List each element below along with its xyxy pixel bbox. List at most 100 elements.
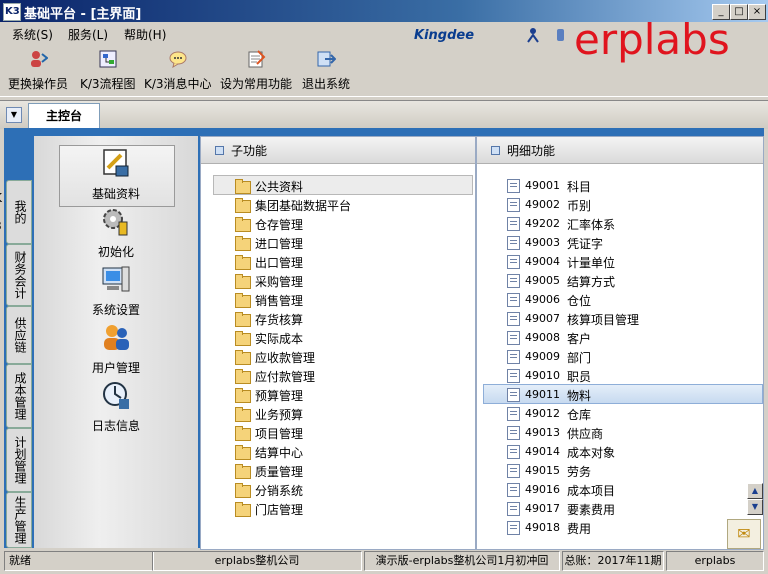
menu-help[interactable]: 帮助(H): [124, 26, 166, 43]
sub-function-item[interactable]: 应收款管理: [201, 348, 471, 366]
sub-function-item[interactable]: 仓存管理: [201, 215, 471, 233]
vtab-production-management[interactable]: 生产管理: [6, 492, 32, 548]
sub-function-item[interactable]: 项目管理: [201, 424, 471, 442]
detail-function-item[interactable]: 49011 物料: [477, 386, 745, 404]
nav-basic-data[interactable]: 基础资料: [58, 148, 174, 208]
document-icon: [507, 350, 520, 364]
detail-code: 49001: [525, 179, 560, 192]
nav-user-management[interactable]: 用户管理: [58, 322, 174, 382]
sub-function-label: 结算中心: [255, 446, 304, 460]
detail-name: 成本对象: [567, 446, 616, 460]
detail-function-item[interactable]: 49202 汇率体系: [477, 215, 745, 233]
sub-function-item[interactable]: 门店管理: [201, 500, 471, 518]
detail-name: 凭证字: [567, 237, 604, 251]
detail-code: 49013: [525, 426, 560, 439]
network-status-icon[interactable]: [527, 27, 567, 43]
detail-function-item[interactable]: 49008 客户: [477, 329, 745, 347]
menu-service[interactable]: 服务(L): [68, 26, 108, 43]
detail-function-item[interactable]: 49007 核算项目管理: [477, 310, 745, 328]
toolbar-label: 设为常用功能: [220, 77, 293, 91]
vtab-plan-management[interactable]: 计划管理: [6, 428, 32, 492]
folder-icon: [235, 198, 251, 213]
detail-function-item[interactable]: 49014 成本对象: [477, 443, 745, 461]
detail-name: 仓位: [567, 294, 592, 308]
app-icon-text: K3: [5, 6, 20, 17]
window-title: 基础平台 - [主界面]: [24, 7, 142, 22]
detail-code: 49012: [525, 407, 560, 420]
sub-function-item[interactable]: 进口管理: [201, 234, 471, 252]
folder-icon: [235, 350, 251, 365]
tab-main-console[interactable]: 主控台: [28, 103, 100, 128]
sub-function-item[interactable]: 应付款管理: [201, 367, 471, 385]
toolbar-flowchart-button[interactable]: K/3流程图: [80, 50, 136, 92]
folder-icon: [235, 426, 251, 441]
detail-function-item[interactable]: 49016 成本项目: [477, 481, 745, 499]
detail-code: 49003: [525, 236, 560, 249]
maximize-button[interactable]: □: [730, 4, 748, 20]
close-button[interactable]: ×: [748, 4, 766, 20]
toolbar-set-favorite-button[interactable]: 设为常用功能: [220, 50, 292, 92]
sub-function-item[interactable]: 采购管理: [201, 272, 471, 290]
sub-function-label: 存货核算: [255, 313, 304, 327]
vtab-my-k3[interactable]: 我的K/3: [0, 180, 32, 244]
initialize-icon: [103, 209, 128, 236]
detail-name: 计量单位: [567, 256, 616, 270]
sub-function-item[interactable]: 存货核算: [201, 310, 471, 328]
detail-function-item[interactable]: 49003 凭证字: [477, 234, 745, 252]
nav-log-info[interactable]: 日志信息: [58, 380, 174, 440]
vtab-cost-management[interactable]: 成本管理: [6, 364, 32, 428]
toolbar-message-center-button[interactable]: K/3消息中心: [144, 50, 212, 92]
detail-code: 49008: [525, 331, 560, 344]
sub-function-item[interactable]: 公共资料: [201, 177, 471, 195]
sub-function-item[interactable]: 结算中心: [201, 443, 471, 461]
tab-bar: [0, 100, 768, 129]
vtab-supply-chain[interactable]: 供应链: [6, 306, 32, 364]
toolbar-exit-button[interactable]: 退出系统: [302, 50, 350, 92]
detail-function-item[interactable]: 49018 费用: [477, 519, 745, 537]
detail-function-item[interactable]: 49015 劳务: [477, 462, 745, 480]
vtab-finance[interactable]: 财务会计: [6, 244, 32, 306]
sub-function-label: 公共资料: [255, 180, 304, 194]
system-settings-icon: [102, 266, 130, 292]
sub-function-item[interactable]: 销售管理: [201, 291, 471, 309]
sub-function-item[interactable]: 业务预算: [201, 405, 471, 423]
nav-label: 日志信息: [91, 419, 140, 433]
message-envelope-icon[interactable]: ✉: [727, 519, 761, 549]
detail-function-item[interactable]: 49001 科目: [477, 177, 745, 195]
sub-function-header: 子功能: [201, 137, 475, 164]
menu-system[interactable]: 系统(S): [12, 26, 53, 43]
detail-name: 供应商: [567, 427, 604, 441]
detail-function-item[interactable]: 49004 计量单位: [477, 253, 745, 271]
document-icon: [507, 179, 520, 193]
vertical-tab-strip: 我的K/3 财务会计 供应链 成本管理 计划管理 生产管理: [0, 180, 32, 548]
detail-function-item[interactable]: 49013 供应商: [477, 424, 745, 442]
detail-function-item[interactable]: 49002 币别: [477, 196, 745, 214]
sub-function-label: 仓存管理: [255, 218, 304, 232]
status-ready: 就绪: [4, 551, 154, 571]
app-icon[interactable]: K3: [3, 3, 21, 21]
sub-function-item[interactable]: 质量管理: [201, 462, 471, 480]
sub-function-item[interactable]: 集团基础数据平台: [201, 196, 471, 214]
detail-function-item[interactable]: 49017 要素费用: [477, 500, 745, 518]
detail-function-item[interactable]: 49006 仓位: [477, 291, 745, 309]
nav-initialize[interactable]: 初始化: [58, 206, 174, 266]
sub-function-item[interactable]: 预算管理: [201, 386, 471, 404]
sub-function-item[interactable]: 出口管理: [201, 253, 471, 271]
scroll-up-button[interactable]: ▲: [747, 483, 763, 499]
toolbar-label: K/3消息中心: [144, 77, 212, 91]
detail-function-panel: 明细功能 49001 科目 49002 币别 49202 汇率体系 49003 凭证字 4900…: [476, 136, 764, 550]
detail-function-item[interactable]: 49005 结算方式: [477, 272, 745, 290]
toolbar-change-operator-button[interactable]: 更换操作员: [8, 50, 68, 92]
detail-function-item[interactable]: 49009 部门: [477, 348, 745, 366]
folder-icon: [235, 407, 251, 422]
tab-dropdown-button[interactable]: ▼: [6, 107, 22, 123]
detail-function-item[interactable]: 49010 职员: [477, 367, 745, 385]
detail-code: 49018: [525, 521, 560, 534]
scroll-down-button[interactable]: ▼: [747, 499, 763, 515]
sub-function-item[interactable]: 分销系统: [201, 481, 471, 499]
folder-icon: [235, 388, 251, 403]
nav-system-settings[interactable]: 系统设置: [58, 264, 174, 324]
document-icon: [507, 407, 520, 421]
sub-function-item[interactable]: 实际成本: [201, 329, 471, 347]
detail-function-item[interactable]: 49012 仓库: [477, 405, 745, 423]
